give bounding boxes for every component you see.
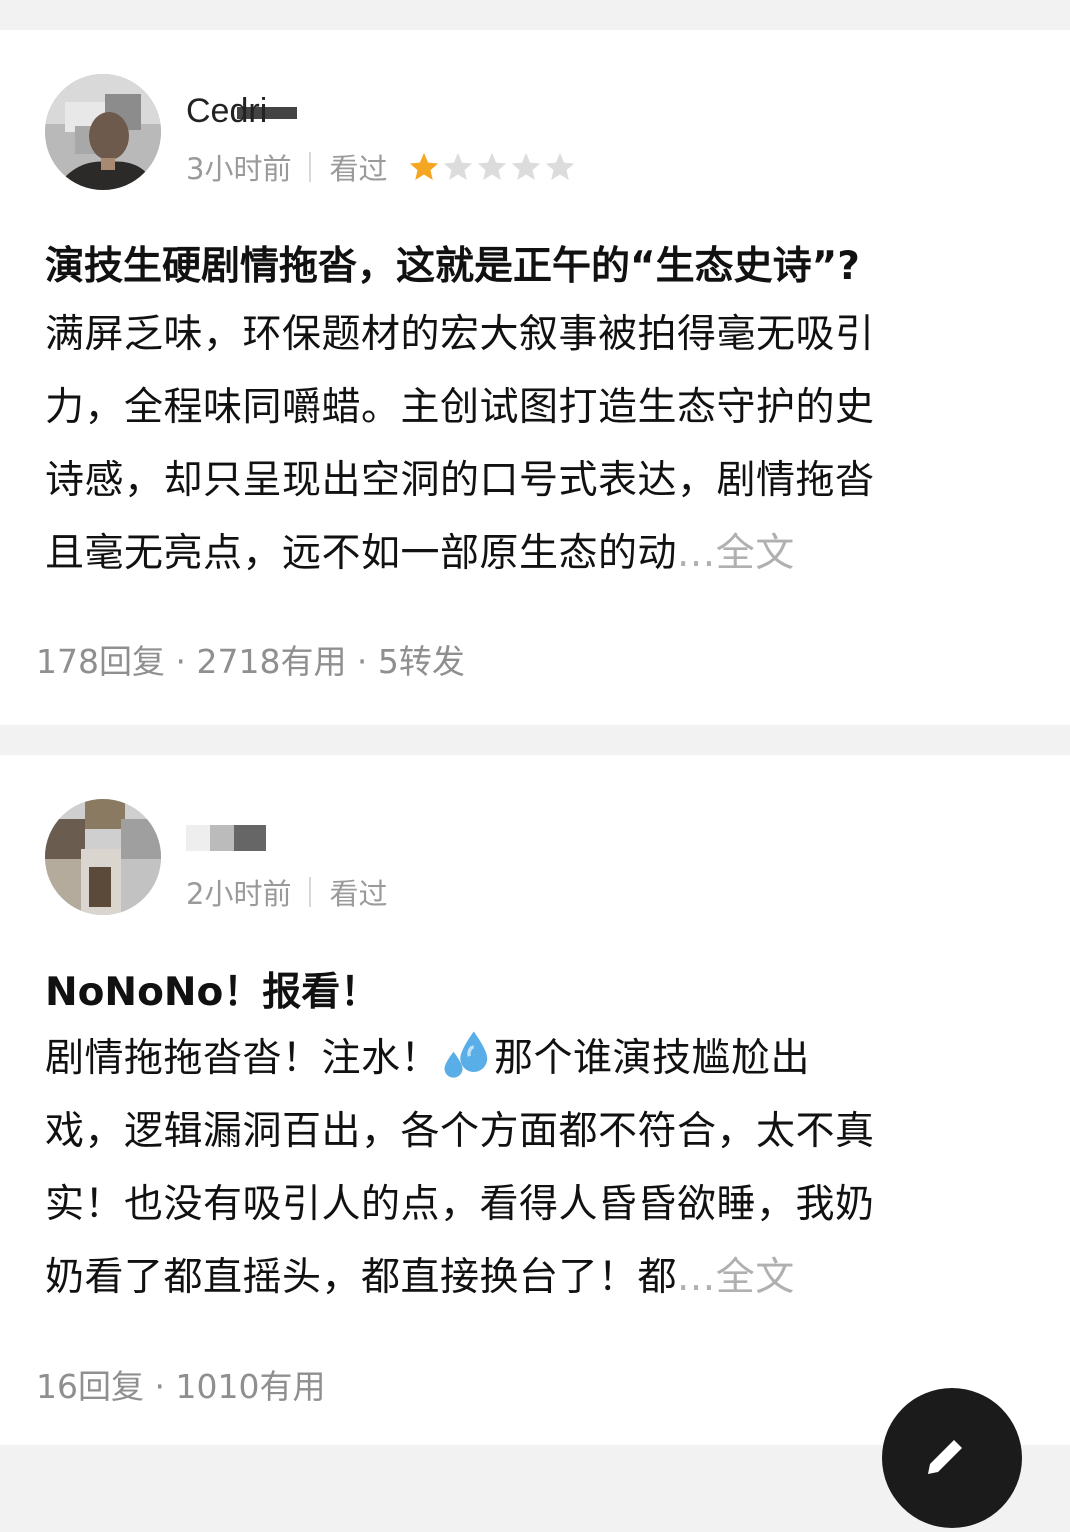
watch-status: 看过 (329, 152, 388, 186)
review-body-line: 力，全程味同嚼蜡。主创试图打造生态守护的史 (45, 385, 875, 430)
star-icon (478, 152, 507, 181)
watch-status: 看过 (329, 877, 388, 911)
divider (309, 152, 312, 182)
read-full-link[interactable]: ...全文 (677, 1255, 795, 1300)
sweat-droplets-icon (444, 1031, 488, 1078)
review-body-line-last: 且毫无亮点，远不如一部原生态的动...全文 (45, 517, 1035, 590)
pen-icon (928, 1440, 962, 1474)
username[interactable]: Cedri (186, 92, 297, 132)
review-body-text: 且毫无亮点，远不如一部原生态的动 (45, 531, 678, 576)
review-body[interactable]: 剧情拖拖沓沓！注水！ 那个谁演技尴尬出 戏，逻辑漏洞百出，各个方面都不符合，太不真… (45, 1022, 1035, 1314)
review-time: 2小时前 (186, 877, 292, 911)
divider (309, 877, 312, 907)
review-body-text: 剧情拖拖沓沓！注水！ (45, 1036, 441, 1081)
review-meta: 3小时前 看过 (186, 146, 577, 188)
review-stats: 16回复 · 1010有用 (36, 1367, 326, 1406)
review-title[interactable]: 演技生硬剧情拖沓，这就是正午的“生态史诗”? (45, 235, 1025, 291)
username-text: Cedri (186, 92, 268, 130)
star-icon (410, 152, 439, 181)
username[interactable] (186, 817, 266, 857)
read-full-link[interactable]: ...全文 (677, 531, 795, 576)
review-body-text: 奶看了都直摇头，都直接换台了！都 (45, 1255, 678, 1300)
star-icon (444, 152, 473, 181)
review-body-line: 剧情拖拖沓沓！注水！ 那个谁演技尴尬出 (45, 1022, 1035, 1095)
review-body-line: 诗感，却只呈现出空洞的口号式表达，剧情拖沓 (45, 458, 875, 503)
avatar[interactable] (45, 74, 161, 190)
review-card: Cedri 3小时前 看过 演技生硬剧情拖沓，这就是正午的“生态史诗”? 满屏乏… (0, 30, 1070, 725)
review-card: 2小时前 看过 NoNoNo！报看！ 剧情拖拖沓沓！注水！ 那个谁演技尴尬出 戏，… (0, 755, 1070, 1445)
star-rating (407, 150, 577, 184)
review-time: 3小时前 (186, 152, 292, 186)
floating-action-button[interactable] (882, 1388, 1022, 1528)
avatar[interactable] (45, 799, 161, 915)
review-stats: 178回复 · 2718有用 · 5转发 (36, 642, 465, 681)
review-body-text: 那个谁演技尴尬出 (494, 1036, 811, 1081)
star-icon (546, 152, 575, 181)
review-body-line: 戏，逻辑漏洞百出，各个方面都不符合，太不真 (45, 1109, 875, 1154)
review-meta: 2小时前 看过 (186, 871, 387, 913)
star-icon (512, 152, 541, 181)
blurred-name-redaction (186, 825, 266, 852)
review-body-line: 满屏乏味，环保题材的宏大叙事被拍得毫无吸引 (45, 312, 875, 357)
review-body-line-last: 奶看了都直摇头，都直接换台了！都...全文 (45, 1241, 1035, 1314)
review-body-line: 实！也没有吸引人的点，看得人昏昏欲睡，我奶 (45, 1182, 875, 1227)
review-title[interactable]: NoNoNo！报看！ (45, 961, 1025, 1017)
review-body[interactable]: 满屏乏味，环保题材的宏大叙事被拍得毫无吸引 力，全程味同嚼蜡。主创试图打造生态守… (45, 298, 1035, 590)
